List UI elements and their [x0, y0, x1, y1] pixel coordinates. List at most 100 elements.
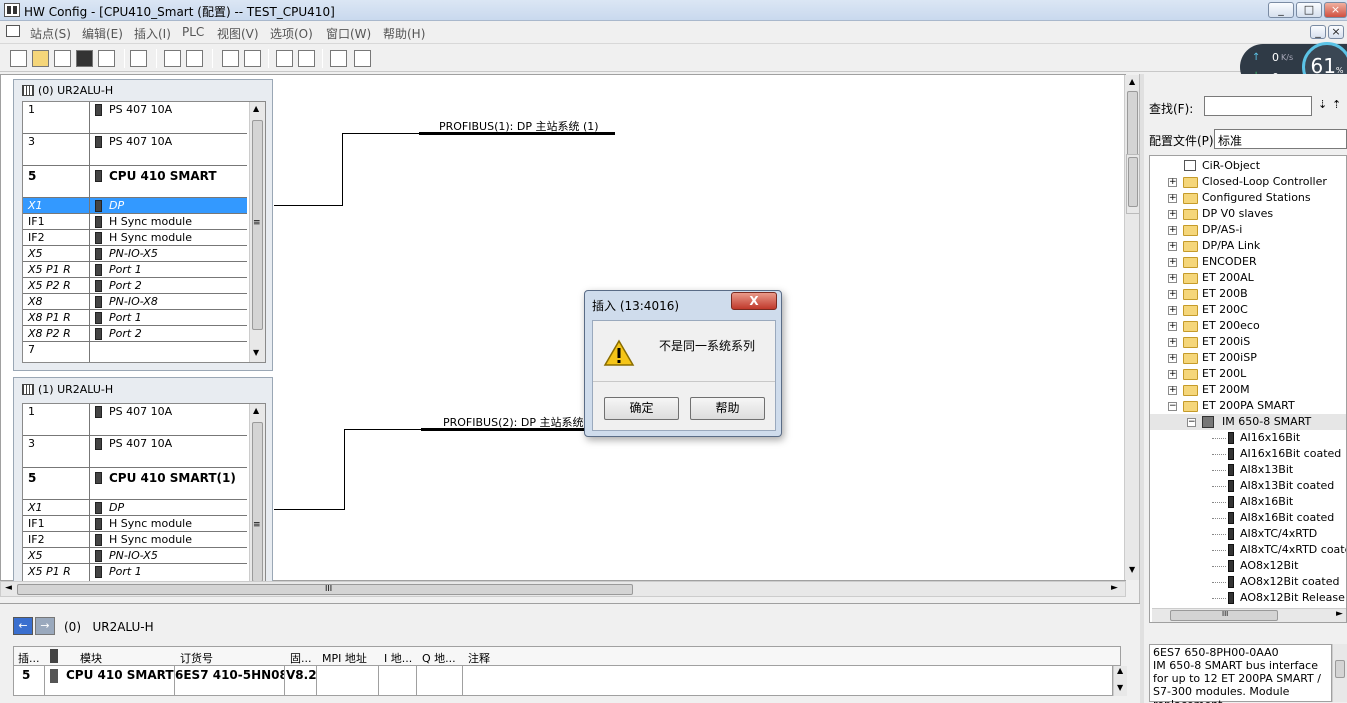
tree-item[interactable]: AI8x13Bit coated	[1150, 478, 1346, 494]
scroll-up-icon[interactable]: ▲	[253, 104, 259, 113]
col-i-address[interactable]: I 地...	[384, 650, 412, 666]
col-comment[interactable]: 注释	[468, 650, 490, 666]
expand-plus-icon[interactable]: +	[1168, 338, 1177, 347]
dialog-close-button[interactable]: X	[731, 292, 777, 310]
canvas-hscrollbar[interactable]: ◄ III ►	[0, 581, 1126, 597]
ok-button[interactable]: 确定	[604, 397, 679, 420]
expand-plus-icon[interactable]: +	[1168, 178, 1177, 187]
rack-row[interactable]: 1 PS 407 10A	[23, 102, 247, 134]
collapse-minus-icon[interactable]: −	[1168, 402, 1177, 411]
rack-row[interactable]: X8 P2 R Port 2	[23, 326, 247, 342]
help-button[interactable]: 帮助	[690, 397, 765, 420]
station-canvas[interactable]: (0) UR2ALU-H 1 PS 407 10A 3 PS 407 10A 5 CP…	[0, 74, 1140, 587]
expand-plus-icon[interactable]: +	[1168, 354, 1177, 363]
menu-window[interactable]: 窗口(W)	[326, 25, 371, 42]
expand-plus-icon[interactable]: +	[1168, 242, 1177, 251]
rack-row-selected[interactable]: X1 DP	[23, 198, 247, 214]
tree-item[interactable]: + Configured Stations	[1150, 190, 1346, 206]
window-icon[interactable]	[298, 50, 315, 67]
expand-plus-icon[interactable]: +	[1168, 290, 1177, 299]
rack-1[interactable]: (1) UR2ALU-H 1 PS 407 10A 3 PS 407 10A 5 CP…	[13, 377, 273, 587]
rack-row[interactable]: IF2 H Sync module	[23, 230, 247, 246]
print-icon[interactable]	[130, 50, 147, 67]
menu-station[interactable]: 站点(S)	[30, 25, 71, 42]
scroll-right-icon[interactable]: ►	[1336, 609, 1343, 619]
rack-0-scrollbar[interactable]: ▲ ≡ ▼	[249, 102, 265, 362]
scroll-down-icon[interactable]: ▼	[253, 348, 259, 357]
tree-item[interactable]: AI8x16Bit	[1150, 494, 1346, 510]
rack-row[interactable]: X5 PN-IO-X5	[23, 246, 247, 262]
tree-item[interactable]: + ET 200AL	[1150, 270, 1346, 286]
rack-row[interactable]: IF1 H Sync module	[23, 516, 247, 532]
rack-row[interactable]: X5 P2 R Port 2	[23, 278, 247, 294]
rack-row[interactable]: 1 PS 407 10A	[23, 404, 247, 436]
rack-row[interactable]: 3 PS 407 10A	[23, 134, 247, 166]
binoculars-up-icon[interactable]: ⇡	[1332, 98, 1346, 114]
expand-plus-icon[interactable]: +	[1168, 306, 1177, 315]
menu-options[interactable]: 选项(O)	[270, 25, 313, 42]
new-icon[interactable]	[10, 50, 27, 67]
paste-icon[interactable]	[186, 50, 203, 67]
tree-item[interactable]: + ET 200L	[1150, 366, 1346, 382]
tree-item[interactable]: + ET 200C	[1150, 302, 1346, 318]
tree-item[interactable]: AO8x12Bit coated	[1150, 574, 1346, 590]
tree-item[interactable]: + ET 200iSP	[1150, 350, 1346, 366]
expand-plus-icon[interactable]: +	[1168, 370, 1177, 379]
network-icon[interactable]	[330, 50, 347, 67]
back-arrow-icon[interactable]: ←	[13, 617, 33, 635]
scroll-right-icon[interactable]: ►	[1111, 583, 1118, 593]
tree-item[interactable]: + Closed-Loop Controller	[1150, 174, 1346, 190]
tree-item[interactable]: AI16x16Bit	[1150, 430, 1346, 446]
tree-item[interactable]: + ET 200M	[1150, 382, 1346, 398]
menu-help[interactable]: 帮助(H)	[383, 25, 425, 42]
copy-icon[interactable]	[164, 50, 181, 67]
save-compile-icon[interactable]	[98, 50, 115, 67]
rack-row[interactable]: 5 CPU 410 SMART(1)	[23, 468, 247, 500]
menu-insert[interactable]: 插入(I)	[134, 25, 171, 42]
tree-item[interactable]: AO8x12Bit	[1150, 558, 1346, 574]
scroll-down-icon[interactable]: ▼	[1117, 683, 1123, 692]
col-firmware[interactable]: 固...	[290, 650, 312, 666]
download-icon[interactable]	[222, 50, 239, 67]
expand-plus-icon[interactable]: +	[1168, 258, 1177, 267]
binoculars-down-icon[interactable]: ⇣	[1318, 98, 1332, 114]
tree-item[interactable]: AI8xTC/4xRTD coate	[1150, 542, 1346, 558]
rack-0[interactable]: (0) UR2ALU-H 1 PS 407 10A 3 PS 407 10A 5 CP…	[13, 79, 273, 371]
tree-item[interactable]: + DP V0 slaves	[1150, 206, 1346, 222]
minimize-button[interactable]: _	[1268, 2, 1294, 18]
tree-item[interactable]: − ET 200PA SMART	[1150, 398, 1346, 414]
expand-plus-icon[interactable]: +	[1168, 274, 1177, 283]
tree-hscrollbar[interactable]: III ►	[1152, 608, 1346, 622]
save-icon[interactable]	[76, 50, 93, 67]
tree-item[interactable]: + ET 200eco	[1150, 318, 1346, 334]
accessible-nodes-icon[interactable]	[54, 50, 71, 67]
rack-row[interactable]: X5 PN-IO-X5	[23, 548, 247, 564]
tree-item[interactable]: − IM 650-8 SMART	[1150, 414, 1346, 430]
col-slot[interactable]: 插...	[18, 650, 40, 666]
scroll-down-icon[interactable]: ▼	[1129, 565, 1135, 574]
col-module[interactable]: 模块	[80, 650, 102, 666]
scroll-thumb[interactable]	[1128, 157, 1138, 207]
tree-item[interactable]: + ET 200iS	[1150, 334, 1346, 350]
expand-plus-icon[interactable]: +	[1168, 210, 1177, 219]
expand-plus-icon[interactable]: +	[1168, 194, 1177, 203]
menu-view[interactable]: 视图(V)	[217, 25, 259, 42]
scroll-left-icon[interactable]: ◄	[5, 583, 12, 593]
profile-select[interactable]: 标准	[1214, 129, 1347, 149]
tree-item[interactable]: + ENCODER	[1150, 254, 1346, 270]
tree-item[interactable]: AO8x12Bit Release 3	[1150, 590, 1346, 606]
rack-row[interactable]: X1 DP	[23, 500, 247, 516]
col-order-number[interactable]: 订货号	[180, 650, 213, 666]
rack-row[interactable]: X5 P1 R Port 1	[23, 564, 247, 582]
rack-row[interactable]: X5 P1 R Port 1	[23, 262, 247, 278]
help-context-icon[interactable]	[354, 50, 371, 67]
description-scrollbar[interactable]	[1332, 644, 1347, 702]
tree-item[interactable]: AI8x16Bit coated	[1150, 510, 1346, 526]
scroll-thumb[interactable]	[1335, 660, 1345, 678]
rack-row[interactable]: 3 PS 407 10A	[23, 436, 247, 468]
maximize-button[interactable]: □	[1296, 2, 1322, 18]
expand-plus-icon[interactable]: +	[1168, 386, 1177, 395]
tree-item[interactable]: + ET 200B	[1150, 286, 1346, 302]
scroll-up-icon[interactable]: ▲	[1129, 77, 1135, 86]
forward-arrow-icon[interactable]: →	[35, 617, 55, 635]
